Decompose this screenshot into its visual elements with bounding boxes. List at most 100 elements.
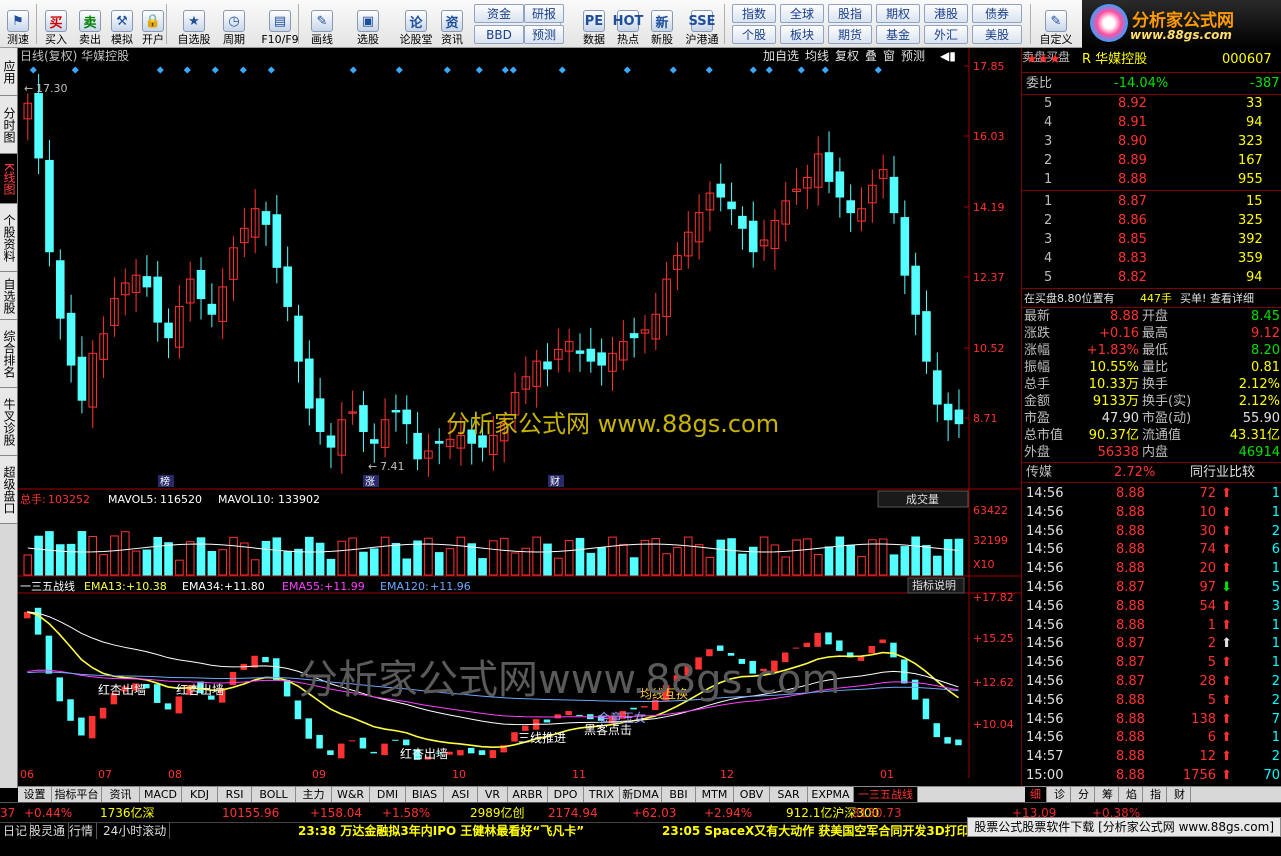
candle-body[interactable] [586,348,596,362]
data-button[interactable]: PE 数据 [578,2,610,46]
download-banner[interactable]: 股票公式股票软件下载 [分析家公式网 www.88gs.com] [967,817,1281,837]
futures-button[interactable]: 期权 [876,4,920,23]
candle-body[interactable] [66,312,76,366]
f10-button[interactable]: ▤ F10/F9 [258,2,302,46]
candle-body[interactable] [207,303,217,315]
indicator-tab-11[interactable]: ASI [444,787,478,802]
indicator-tab-13[interactable]: ARBR [508,787,548,802]
candle-body[interactable] [77,356,87,401]
draw-button[interactable]: ✎ 画线 [306,2,338,46]
candle-body[interactable] [142,276,152,288]
candle-body[interactable] [434,440,444,444]
indicator-tab-10[interactable]: BIAS [406,787,444,802]
ipo-button[interactable]: 新新股 [646,2,678,46]
simulate-button[interactable]: ⚒ 模拟 [106,2,138,46]
candle-body[interactable] [283,266,292,307]
custom-button[interactable]: ✎ 自定义 [1034,2,1078,46]
candle-body[interactable] [369,439,379,444]
candle-body[interactable] [933,370,942,405]
candle-body[interactable] [575,350,585,354]
hk-connect-button[interactable]: SSE 沪港通 [680,2,724,46]
speaker-icon[interactable]: ◀▮ [940,49,956,63]
indicator-tab-0[interactable]: 设置 [18,787,52,802]
indicator-tab-2[interactable]: 资讯 [102,787,140,802]
indicator-tab-17[interactable]: BBI [662,787,696,802]
hk-button[interactable]: 港股 [924,4,968,23]
sector-compare-button[interactable]: 同行业比较 [1190,463,1255,482]
ticker-tab-3[interactable]: 24小时滚动 [100,823,171,839]
candle-body[interactable] [294,315,303,362]
chart-top-button-3[interactable]: 叠 [865,49,877,63]
news-item-2[interactable]: 23:05 SpaceX又有大动作 获美国空军合同开发3D打印火箭 [662,823,993,839]
candle-body[interactable] [315,398,325,432]
individual-button[interactable]: 个股 [732,25,776,44]
candle-body[interactable] [164,322,173,339]
ticker-tab-2[interactable]: 行情 [66,823,98,839]
indicator-tab-19[interactable]: OBV [734,787,770,802]
research-button[interactable]: 研报 [524,4,564,23]
pick-button[interactable]: ▣ 选股 [352,2,384,46]
left-tab-1[interactable]: 分时图 [0,96,17,154]
open-account-button[interactable]: 🔒 开户 [137,2,169,46]
chart-top-button-5[interactable]: 预测 [901,49,925,63]
bbd-button[interactable]: BBD [474,25,524,44]
indicator-tab-12[interactable]: VR [478,787,508,802]
chart-svg[interactable]: 日线(复权) 华媒控股 加自选 均线 复权叠窗预测 ◀▮ 17.85 16.03 14.19 1… [18,48,1021,788]
candle-body[interactable] [272,214,282,268]
candle-body[interactable] [261,211,271,225]
candle-body[interactable] [543,361,552,370]
fx-button[interactable]: 外汇 [924,25,968,44]
candle-body[interactable] [305,358,314,409]
indicator-tab-4[interactable]: KDJ [182,787,218,802]
candle-body[interactable] [45,159,54,253]
candle-body[interactable] [402,409,412,425]
notice-link[interactable]: 查看详细 [1210,289,1254,308]
candle-body[interactable] [922,311,931,362]
right-tab-1[interactable]: 诊 [1049,787,1071,802]
right-tab-6[interactable]: 财 [1169,787,1191,802]
candle-body[interactable] [359,405,368,432]
bonds-button[interactable]: 债券 [972,4,1022,23]
chart-top-button-1[interactable]: 均线 [805,49,829,63]
indicator-tab-14[interactable]: DPO [548,787,584,802]
left-tab-5[interactable]: 综合排名 [0,320,17,388]
right-tab-3[interactable]: 筹 [1097,787,1119,802]
period-button[interactable]: ◷ 周期 [218,2,250,46]
candle-body[interactable] [911,265,920,315]
candle-body[interactable] [846,200,855,214]
fund-button[interactable]: 基金 [876,25,920,44]
candle-body[interactable] [413,432,422,460]
left-tab-4[interactable]: 自选股 [0,272,17,320]
indicator-tab-6[interactable]: BOLL [252,787,296,802]
candle-body[interactable] [34,93,43,159]
kline-chart-area[interactable]: 日线(复权) 华媒控股 加自选 均线 复权叠窗预测 ◀▮ 17.85 16.03 14.19 1… [18,48,1021,788]
chart-top-button-0[interactable]: 加自选 [763,49,799,63]
indicator-tab-9[interactable]: DMI [370,787,406,802]
candle-body[interactable] [824,152,834,182]
indicator-tab-1[interactable]: 指标平台 [52,787,102,802]
indicator-tab-7[interactable]: 主力 [296,787,332,802]
left-tab-0[interactable]: 应用 [0,48,17,96]
indicator-tab-20[interactable]: SAR [770,787,808,802]
ticker-tab-1[interactable]: 股灵通 [26,823,70,839]
right-tab-0[interactable]: 细 [1025,787,1047,802]
global-button[interactable]: 全球 [780,4,824,23]
candle-body[interactable] [889,176,899,214]
sector-button[interactable]: 板块 [780,25,824,44]
indicator-tab-15[interactable]: TRIX [584,787,620,802]
info-button[interactable]: 资资讯 [436,2,468,46]
candle-body[interactable] [716,183,726,198]
candle-body[interactable] [727,201,736,210]
chart-top-button-4[interactable]: 窗 [883,49,895,63]
left-tab-3[interactable]: 个股资料 [0,204,17,272]
buy-button[interactable]: 买买入 [40,2,72,46]
news-item-1[interactable]: 23:38 万达金融拟3年内IPO 王健林最看好“飞凡卡” [298,823,584,839]
candle-body[interactable] [326,435,336,448]
sell-button[interactable]: 卖卖出 [74,2,106,46]
candle-body[interactable] [943,403,953,421]
hot-button[interactable]: HOT 热点 [612,2,644,46]
forum-button[interactable]: 论论股堂 [394,2,438,46]
indicator-tab-3[interactable]: MACD [140,787,182,802]
candle-body[interactable] [900,217,910,276]
indicator-tab-5[interactable]: RSI [218,787,252,802]
